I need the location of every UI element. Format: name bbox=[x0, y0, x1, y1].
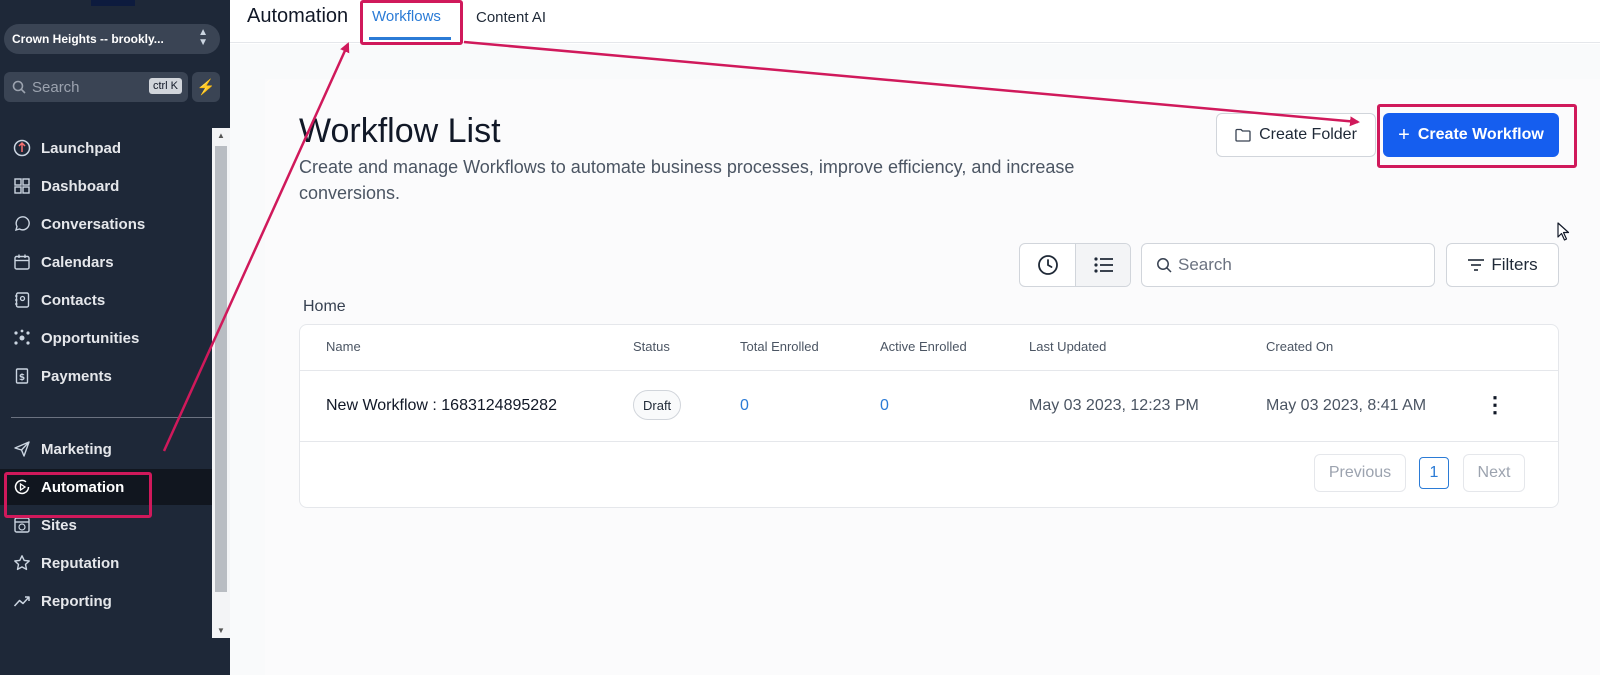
view-toggle bbox=[1019, 243, 1131, 287]
sidebar-item-label: Conversations bbox=[41, 215, 146, 233]
page-number-button[interactable]: 1 bbox=[1419, 457, 1449, 489]
sidebar-item-label: Reporting bbox=[41, 592, 112, 610]
active-enrolled-value[interactable]: 0 bbox=[880, 397, 889, 415]
plus-icon: + bbox=[1398, 123, 1410, 146]
list-view-button[interactable] bbox=[1075, 244, 1130, 286]
list-icon bbox=[1094, 257, 1114, 273]
filters-label: Filters bbox=[1491, 255, 1538, 274]
column-header-active-enrolled: Active Enrolled bbox=[880, 339, 967, 354]
column-header-name: Name bbox=[326, 339, 361, 354]
opportunities-icon bbox=[12, 328, 32, 348]
scroll-up-icon[interactable]: ▲ bbox=[216, 131, 226, 140]
sidebar-divider bbox=[11, 417, 212, 418]
create-workflow-label: Create Workflow bbox=[1417, 126, 1544, 143]
chevron-up-down-icon: ▲ ▼ bbox=[198, 27, 208, 48]
filter-icon bbox=[1467, 258, 1485, 272]
more-options-icon[interactable]: ⋮ bbox=[1484, 391, 1506, 419]
workflow-search-input[interactable]: Search bbox=[1141, 243, 1435, 287]
sidebar-scrollbar[interactable]: ▲ ▼ bbox=[212, 128, 230, 638]
column-header-status: Status bbox=[633, 339, 670, 354]
sidebar-item-opportunities[interactable]: Opportunities bbox=[0, 320, 212, 356]
search-placeholder: Search bbox=[1178, 255, 1232, 274]
column-header-created-on: Created On bbox=[1266, 339, 1334, 354]
sidebar-item-payments[interactable]: $ Payments bbox=[0, 358, 212, 394]
sidebar-item-sites[interactable]: Sites bbox=[0, 507, 212, 543]
sidebar-item-label: Launchpad bbox=[41, 139, 122, 157]
trend-icon bbox=[12, 591, 32, 611]
sidebar-item-marketing[interactable]: Marketing bbox=[0, 431, 212, 467]
sidebar-item-label: Automation bbox=[41, 478, 125, 496]
sidebar-item-contacts[interactable]: Contacts bbox=[0, 282, 212, 318]
sidebar-item-reputation[interactable]: Reputation bbox=[0, 545, 212, 581]
create-folder-button[interactable]: Create Folder bbox=[1216, 113, 1376, 157]
tab-content-ai[interactable]: Content AI bbox=[476, 9, 546, 26]
scrollbar-thumb[interactable] bbox=[215, 146, 227, 592]
sidebar-item-calendars[interactable]: Calendars bbox=[0, 244, 212, 280]
create-workflow-button[interactable]: + Create Workflow bbox=[1383, 113, 1559, 157]
create-folder-label: Create Folder bbox=[1259, 126, 1357, 143]
clock-icon bbox=[1037, 254, 1059, 276]
sidebar-item-launchpad[interactable]: Launchpad bbox=[0, 130, 212, 166]
sidebar-item-label: Opportunities bbox=[41, 329, 140, 347]
sidebar-search[interactable]: Search ctrl K bbox=[4, 72, 188, 102]
active-tab-indicator bbox=[369, 37, 451, 40]
sidebar-item-reporting[interactable]: Reporting bbox=[0, 583, 212, 619]
scroll-down-icon[interactable]: ▼ bbox=[216, 626, 226, 635]
search-icon bbox=[1156, 257, 1172, 273]
sidebar-item-label: Reputation bbox=[41, 554, 120, 572]
sidebar-item-label: Contacts bbox=[41, 291, 106, 309]
module-title: Automation bbox=[247, 5, 349, 27]
sidebar-search-placeholder: Search bbox=[32, 78, 80, 96]
launchpad-icon bbox=[12, 138, 32, 158]
sidebar-item-dashboard[interactable]: Dashboard bbox=[0, 168, 212, 204]
tab-workflows[interactable]: Workflows bbox=[372, 8, 441, 25]
total-enrolled-value[interactable]: 0 bbox=[740, 397, 749, 415]
automation-icon bbox=[12, 477, 32, 497]
folder-icon bbox=[1235, 128, 1251, 142]
dashboard-icon bbox=[12, 176, 32, 196]
sites-icon bbox=[12, 515, 32, 535]
row-divider bbox=[300, 441, 1558, 442]
workflow-name-link[interactable]: New Workflow : 1683124895282 bbox=[326, 397, 557, 415]
sidebar-item-label: Marketing bbox=[41, 440, 112, 458]
mouse-cursor-icon bbox=[1557, 222, 1570, 241]
top-bar: Automation Workflows Content AI bbox=[230, 0, 1600, 43]
sidebar-item-conversations[interactable]: Conversations bbox=[0, 206, 212, 242]
payments-icon: $ bbox=[12, 366, 32, 386]
svg-text:$: $ bbox=[19, 373, 25, 383]
contacts-icon bbox=[12, 290, 32, 310]
clock-view-button[interactable] bbox=[1020, 244, 1075, 286]
sidebar-item-label: Sites bbox=[41, 516, 77, 534]
sidebar-item-label: Dashboard bbox=[41, 177, 120, 195]
star-icon bbox=[12, 553, 32, 573]
next-page-button[interactable]: Next bbox=[1463, 454, 1525, 492]
logo bbox=[91, 0, 135, 6]
created-on-value: May 03 2023, 8:41 AM bbox=[1266, 397, 1427, 414]
search-icon bbox=[12, 80, 26, 94]
filters-button[interactable]: Filters bbox=[1446, 243, 1559, 287]
location-name: Crown Heights -- brookly... bbox=[12, 32, 164, 46]
breadcrumb-home[interactable]: Home bbox=[303, 298, 346, 316]
page-subtitle: Create and manage Workflows to automate … bbox=[299, 157, 1075, 203]
send-icon bbox=[12, 439, 32, 459]
search-shortcut: ctrl K bbox=[148, 78, 182, 94]
location-switcher[interactable]: Crown Heights -- brookly... ▲ ▼ bbox=[4, 24, 220, 54]
sidebar-item-automation[interactable]: Automation bbox=[0, 469, 212, 505]
header-divider bbox=[300, 370, 1558, 371]
status-badge: Draft bbox=[633, 390, 682, 420]
chat-icon bbox=[12, 214, 32, 234]
workflow-table: Name Status Total Enrolled Active Enroll… bbox=[299, 324, 1559, 508]
last-updated-value: May 03 2023, 12:23 PM bbox=[1029, 397, 1199, 414]
page-title: Workflow List bbox=[299, 112, 501, 150]
sidebar: Crown Heights -- brookly... ▲ ▼ Search ct… bbox=[0, 0, 230, 675]
column-header-last-updated: Last Updated bbox=[1029, 339, 1107, 354]
sidebar-item-label: Calendars bbox=[41, 253, 114, 271]
column-header-total-enrolled: Total Enrolled bbox=[740, 339, 819, 354]
previous-page-button[interactable]: Previous bbox=[1314, 454, 1406, 492]
calendar-icon bbox=[12, 252, 32, 272]
sidebar-item-label: Payments bbox=[41, 367, 112, 385]
quick-action-bolt-icon[interactable]: ⚡ bbox=[192, 72, 220, 102]
